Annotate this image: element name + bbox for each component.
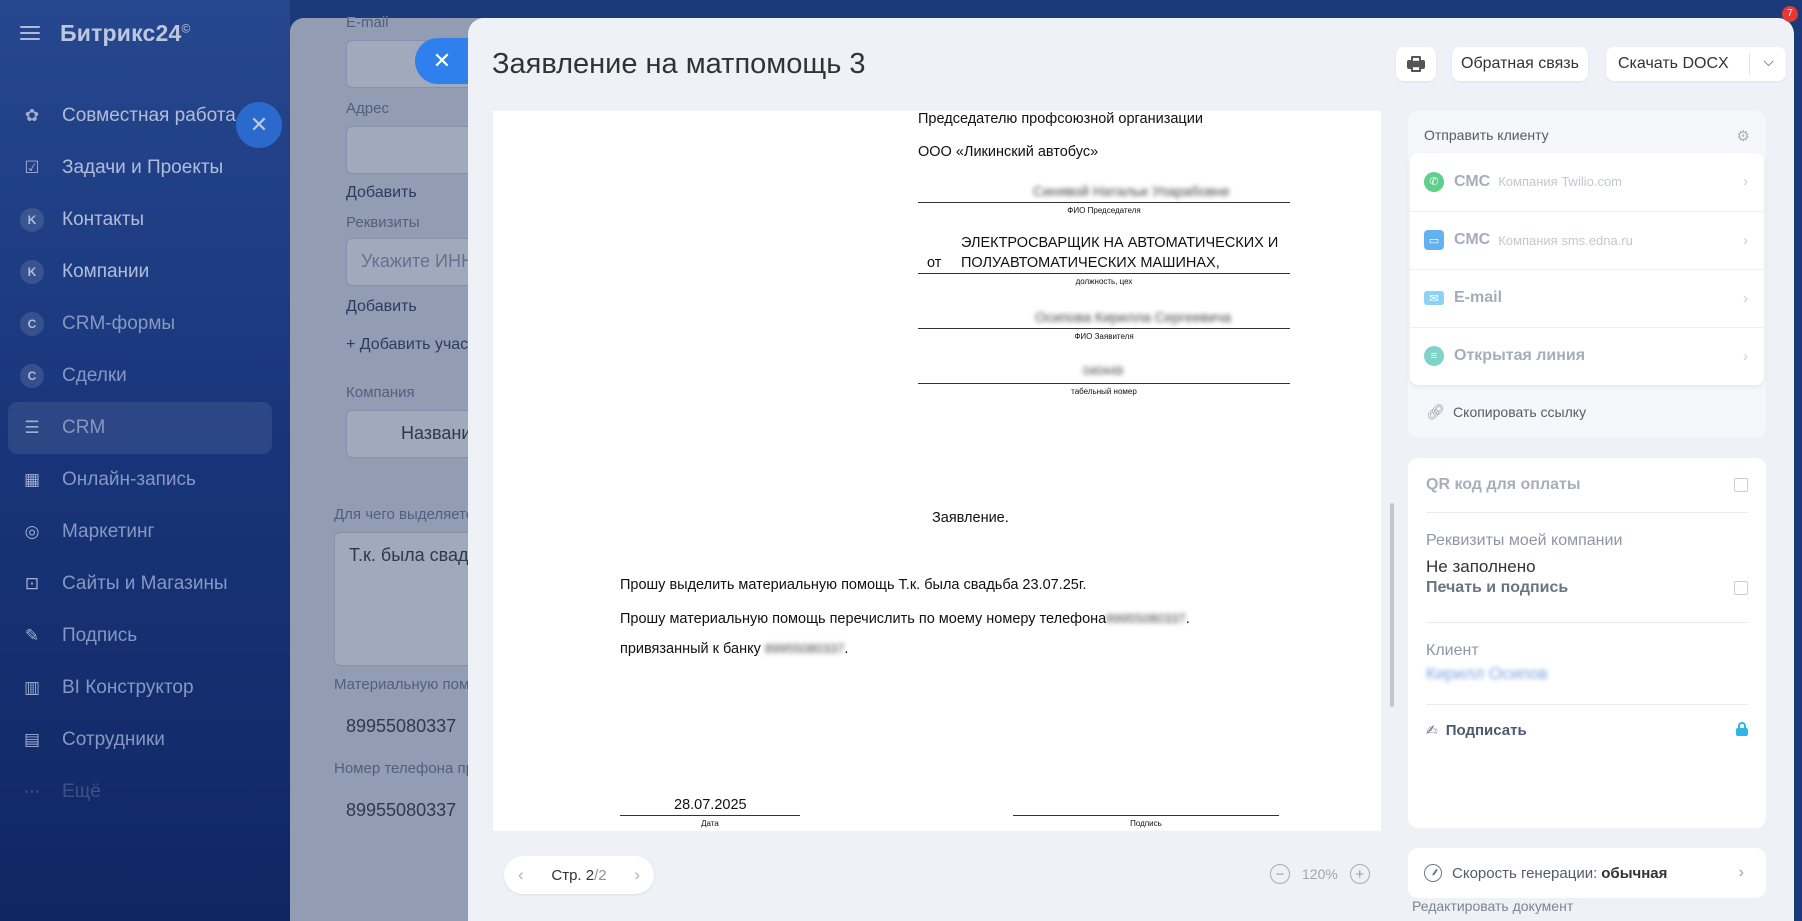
document-slider: Заявление на матпомощь 3 Обратная связь … — [468, 18, 1794, 921]
close-icon: ✕ — [432, 48, 452, 73]
page-title: Заявление на матпомощь 3 — [492, 48, 866, 80]
doc-date: 28.07.2025 — [674, 797, 747, 813]
edit-document-link[interactable]: Редактировать документ — [1412, 898, 1573, 914]
doc-para-2: Прошу материальную помощь перечислить по… — [620, 611, 1190, 627]
doc-caption-sign: Подпись — [1130, 819, 1162, 828]
document-scrollbar[interactable] — [1390, 503, 1394, 707]
chevron-right-icon: › — [1743, 173, 1748, 190]
doc-caption-tab: табельный номер — [1071, 387, 1137, 396]
doc-heading: Заявление. — [932, 510, 1009, 526]
sign-row[interactable]: ✍︎ Подписать — [1426, 722, 1748, 739]
chat-bubble-icon: ▭ — [1424, 230, 1444, 250]
company-not-filled: Не заполнено — [1426, 557, 1536, 576]
divider — [1749, 54, 1750, 74]
download-docx-label: Скачать DOCX — [1618, 55, 1729, 72]
zoom-out-icon[interactable]: − — [1270, 864, 1290, 884]
whatsapp-icon: ✆ — [1424, 171, 1444, 192]
doc-caption-chair: ФИО Председателя — [1067, 206, 1141, 215]
chevron-right-icon[interactable]: › — [634, 865, 640, 885]
doc-applicant-name: Осипова Кирилла Сергеевича — [1035, 309, 1232, 325]
client-name[interactable]: Кирилл Осипов — [1426, 664, 1748, 684]
document-preview[interactable]: Председателю профсоюзной организации ООО… — [493, 111, 1381, 831]
stamp-row: Печать и подпись — [1426, 579, 1748, 597]
doc-line — [918, 328, 1290, 329]
close-icon: ✕ — [249, 112, 269, 137]
doc-caption-applicant: ФИО Заявителя — [1074, 332, 1134, 341]
pen-icon: ✍︎ — [1426, 722, 1438, 738]
send-to-client-card: Отправить клиенту ⚙ ✆ СМС Компания Twili… — [1408, 111, 1766, 438]
close-slider-button[interactable]: ✕ — [415, 38, 469, 84]
chevron-right-icon: › — [1743, 289, 1748, 307]
zoom-in-icon[interactable]: + — [1349, 864, 1370, 884]
divider — [1426, 622, 1748, 623]
print-button[interactable] — [1396, 47, 1436, 81]
channel-open-line[interactable]: ≡ Открытая линия › — [1410, 327, 1764, 384]
chevron-right-icon: › — [1738, 864, 1744, 881]
copy-link-button[interactable]: 🔗︎ Скопировать ссылку — [1426, 403, 1586, 421]
stamp-checkbox[interactable] — [1734, 581, 1748, 595]
download-docx-button[interactable]: Скачать DOCX ⌵ — [1606, 47, 1786, 81]
qr-checkbox[interactable] — [1734, 478, 1748, 492]
doc-position-2: ПОЛУАВТОМАТИЧЕСКИХ МАШИНАХ, — [961, 255, 1220, 271]
chevron-down-icon[interactable]: ⌵ — [1763, 53, 1774, 70]
doc-chair-name: Синявой Натальи Упарабовне — [1033, 183, 1230, 199]
send-title: Отправить клиенту — [1424, 127, 1549, 143]
doc-position-1: ЭЛЕКТРОСВАРЩИК НА АВТОМАТИЧЕСКИХ И — [961, 235, 1279, 251]
open-line-icon: ≡ — [1424, 346, 1444, 366]
qr-row: QR код для оплаты — [1426, 476, 1748, 494]
doc-para-1: Прошу выделить материальную помощь Т.к. … — [620, 577, 1087, 593]
envelope-icon: ✉ — [1424, 291, 1444, 305]
lock-icon — [1736, 722, 1748, 736]
chevron-right-icon: › — [1743, 347, 1748, 365]
my-company-row: Реквизиты моей компании — [1426, 532, 1623, 549]
doc-line — [918, 202, 1290, 203]
speedometer-icon — [1424, 864, 1442, 882]
divider — [1426, 512, 1748, 513]
channel-sms-edna[interactable]: ▭ СМС Компания sms.edna.ru › — [1410, 211, 1764, 268]
close-bg-slider-button[interactable]: ✕ — [236, 102, 282, 148]
feedback-button[interactable]: Обратная связь — [1452, 47, 1588, 81]
doc-addressee-2: ООО «Ликинский автобус» — [918, 144, 1099, 160]
client-row: Клиент — [1426, 642, 1479, 659]
doc-caption-position: должность, цех — [1075, 277, 1133, 286]
generation-speed-row[interactable]: Скорость генерации: обычная › — [1408, 848, 1766, 898]
requisites-card: QR код для оплаты Реквизиты моей компани… — [1408, 458, 1766, 828]
doc-line — [918, 383, 1290, 384]
zoom-controls: − 120% + — [1270, 864, 1370, 884]
gear-icon[interactable]: ⚙ — [1737, 127, 1750, 145]
chevron-right-icon: › — [1743, 231, 1748, 249]
channel-list: ✆ СМС Компания Twilio.com › ▭ СМС Компан… — [1410, 153, 1764, 385]
doc-line — [918, 273, 1290, 274]
link-icon: 🔗︎ — [1426, 404, 1446, 421]
zoom-level: 120% — [1302, 866, 1338, 882]
notification-badge[interactable]: 7 — [1782, 6, 1798, 22]
printer-icon — [1407, 56, 1425, 72]
page-indicator: Стр. 2/2 — [551, 866, 607, 884]
doc-line — [620, 815, 800, 816]
doc-tab-number: 040449 — [1083, 364, 1124, 378]
channel-sms-twilio[interactable]: ✆ СМС Компания Twilio.com › — [1410, 153, 1764, 210]
doc-caption-date: Дата — [701, 819, 719, 828]
chevron-left-icon[interactable]: ‹ — [518, 865, 524, 885]
doc-addressee-1: Председателю профсоюзной организации — [918, 111, 1203, 127]
divider — [1426, 704, 1748, 705]
page-navigator: ‹ Стр. 2/2 › — [504, 856, 654, 894]
doc-line — [1013, 815, 1279, 816]
channel-email[interactable]: ✉ E-mail › — [1410, 269, 1764, 326]
doc-para-3: привязанный к банку 89955080337. — [620, 641, 849, 657]
doc-from: от — [927, 255, 942, 271]
